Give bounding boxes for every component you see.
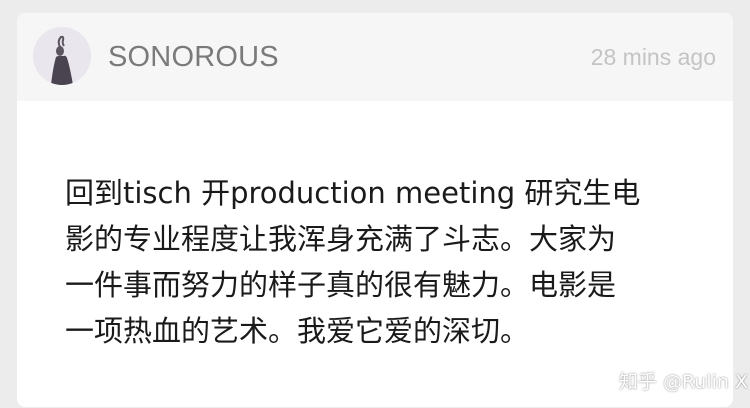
profile-photo-icon <box>33 27 91 85</box>
watermark: 知乎 @Rulin X <box>618 371 748 393</box>
post-text: 回到tisch 开production meeting 研究生电 影的专业程度让… <box>65 176 641 348</box>
author-name[interactable]: SONOROUS <box>108 41 279 74</box>
post-card: SONOROUS 28 mins ago 回到tisch 开production… <box>17 13 733 407</box>
avatar[interactable] <box>33 27 91 85</box>
post-timestamp: 28 mins ago <box>590 44 716 70</box>
post-header: SONOROUS 28 mins ago <box>17 13 733 101</box>
